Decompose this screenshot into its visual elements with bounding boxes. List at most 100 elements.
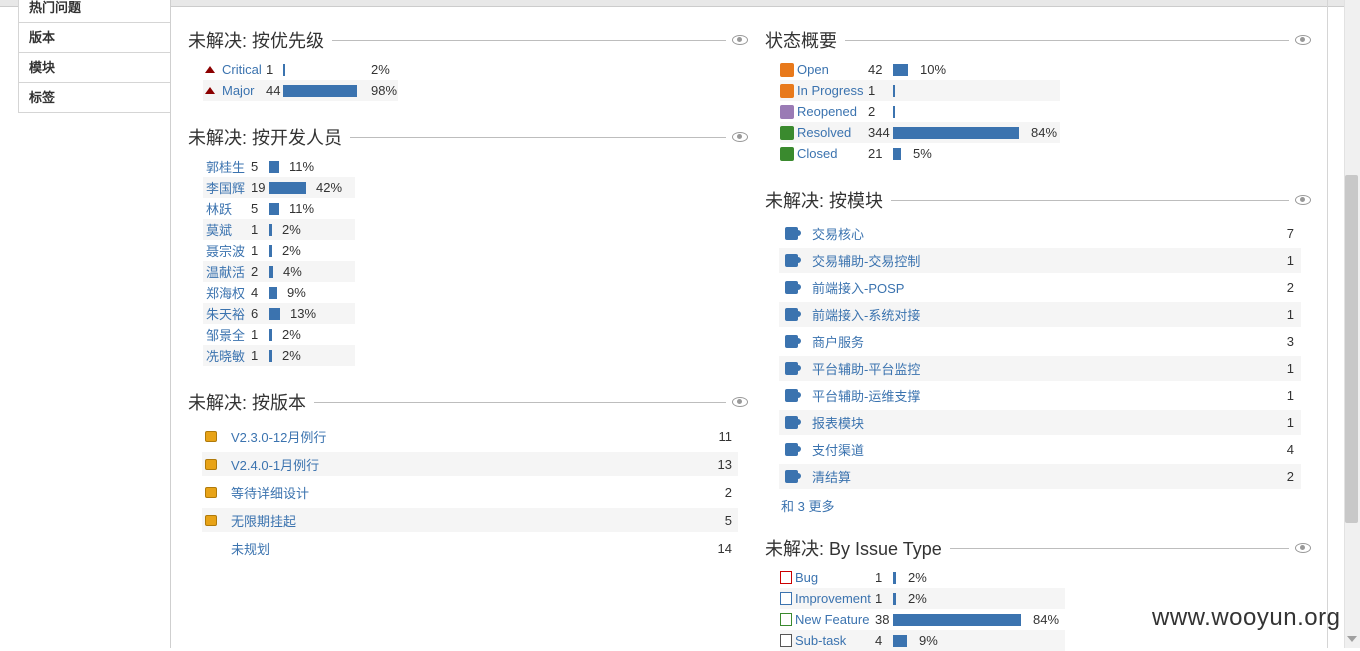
issuetype-pct: 84% [1033,612,1060,627]
developer-bar [269,244,272,257]
version-name-link[interactable]: V2.3.0-12月例行 [231,427,719,446]
priority-gadget-header: 未解决: 按优先级 [188,29,748,51]
component-gadget-header: 未解决: 按模块 [765,189,1311,211]
developer-bar [269,349,272,362]
component-count: 1 [1286,307,1294,322]
issuetype-pct: 2% [908,570,927,585]
component-name-link[interactable]: 平台辅助-平台监控 [812,359,1287,378]
developer-name-link[interactable]: 冼晓敏 [206,346,251,365]
status-name-link[interactable]: Open [797,62,868,77]
developer-name-link[interactable]: 聂宗波 [206,241,251,260]
component-more-link[interactable]: 和 3 更多 [781,496,834,515]
issuetype-name-link[interactable]: New Feature [795,612,875,627]
component-name-link[interactable]: 清结算 [812,467,1287,486]
component-count: 1 [1286,415,1294,430]
sidebar-item-versions[interactable]: 版本 [18,23,170,53]
component-row: 清结算 2 [779,464,1301,489]
component-puzzle-icon [785,308,801,321]
issuetype-name-link[interactable]: Bug [795,570,875,585]
component-name-link[interactable]: 交易核心 [812,224,1287,243]
priority-name-link[interactable]: Major [222,83,266,98]
developer-name-link[interactable]: 莫斌 [206,220,251,239]
status-count: 1 [868,83,876,98]
component-puzzle-icon [785,362,801,375]
sidebar-item-hot-issues[interactable]: 热门问题 [18,0,170,23]
component-row: 交易核心 7 [779,221,1301,246]
status-pct: 10% [920,62,947,77]
developer-name-link[interactable]: 朱天裕 [206,304,251,323]
developer-name-link[interactable]: 郑海权 [206,283,251,302]
status-count: 2 [868,104,876,119]
developer-name-link[interactable]: 李国辉 [206,178,251,197]
issuetype-count: 38 [875,612,890,627]
status-count: 42 [868,62,883,77]
component-puzzle-icon [785,470,801,483]
eye-icon[interactable] [732,132,748,142]
component-row: 平台辅助-平台监控 1 [779,356,1301,381]
eye-icon[interactable] [1295,195,1311,205]
status-row: Resolved 344 84% [780,122,1060,143]
eye-icon[interactable] [732,35,748,45]
sidebar-item-components[interactable]: 模块 [18,53,170,83]
developer-count: 1 [251,327,259,342]
component-puzzle-icon [785,443,801,456]
improvement-icon [780,592,792,605]
issuetype-row: Improvement 1 2% [780,588,1065,609]
scroll-down-arrow-icon[interactable] [1347,636,1357,642]
developer-gadget-header: 未解决: 按开发人员 [188,126,748,148]
developer-bar [269,160,279,173]
issuetype-name-link[interactable]: Improvement [795,591,875,606]
status-name-link[interactable]: Closed [797,146,868,161]
component-row: 平台辅助-运维支撑 1 [779,383,1301,408]
developer-name-link[interactable]: 温献活 [206,262,251,281]
version-row: 未规划 14 [202,536,738,560]
gadget-title: 未解决: By Issue Type [765,539,942,559]
developer-bar [269,265,273,278]
component-name-link[interactable]: 支付渠道 [812,440,1287,459]
issuetype-pct: 2% [908,591,927,606]
issuetype-name-link[interactable]: Sub-task [795,633,875,648]
version-name-link[interactable]: 未规划 [231,539,718,558]
component-name-link[interactable]: 前端接入-POSP [812,278,1287,297]
status-name-link[interactable]: In Progress [797,83,868,98]
priority-arrow-icon [205,66,215,73]
developer-name-link[interactable]: 林跃 [206,199,251,218]
developer-name-link[interactable]: 邹景全 [206,325,251,344]
eye-icon[interactable] [1295,35,1311,45]
developer-count: 5 [251,159,259,174]
version-name-link[interactable]: V2.4.0-1月例行 [231,455,718,474]
component-puzzle-icon [785,335,801,348]
scrollbar-thumb[interactable] [1345,175,1358,523]
component-row: 前端接入-POSP 2 [779,275,1301,300]
version-name-link[interactable]: 等待详细设计 [231,483,725,502]
component-row: 支付渠道 4 [779,437,1301,462]
status-name-link[interactable]: Reopened [797,104,868,119]
new-feature-icon [780,613,792,626]
developer-pct: 42% [316,180,343,195]
title-rule [314,401,726,403]
developer-row: 朱天裕 6 13% [203,303,355,324]
developer-name-link[interactable]: 郭桂生 [206,157,251,176]
version-count: 5 [724,512,732,528]
priority-name-link[interactable]: Critical [222,62,266,77]
developer-count: 1 [251,348,259,363]
component-name-link[interactable]: 平台辅助-运维支撑 [812,386,1287,405]
content-right-border [1327,0,1328,648]
version-icon [205,458,217,470]
developer-pct: 4% [283,264,302,279]
developer-count: 5 [251,201,259,216]
component-name-link[interactable]: 前端接入-系统对接 [812,305,1287,324]
eye-icon[interactable] [1295,543,1311,553]
status-name-link[interactable]: Resolved [797,125,868,140]
sidebar-item-labels[interactable]: 标签 [18,83,170,113]
developer-bar [269,286,277,299]
component-name-link[interactable]: 交易辅助-交易控制 [812,251,1287,270]
developer-pct: 2% [282,348,301,363]
version-name-link[interactable]: 无限期挂起 [231,511,725,530]
eye-icon[interactable] [732,397,748,407]
developer-row: 冼晓敏 1 2% [203,345,355,366]
developer-bar [269,328,272,341]
component-name-link[interactable]: 报表模块 [812,413,1287,432]
status-row: Open 42 10% [780,59,1060,80]
component-name-link[interactable]: 商户服务 [812,332,1287,351]
